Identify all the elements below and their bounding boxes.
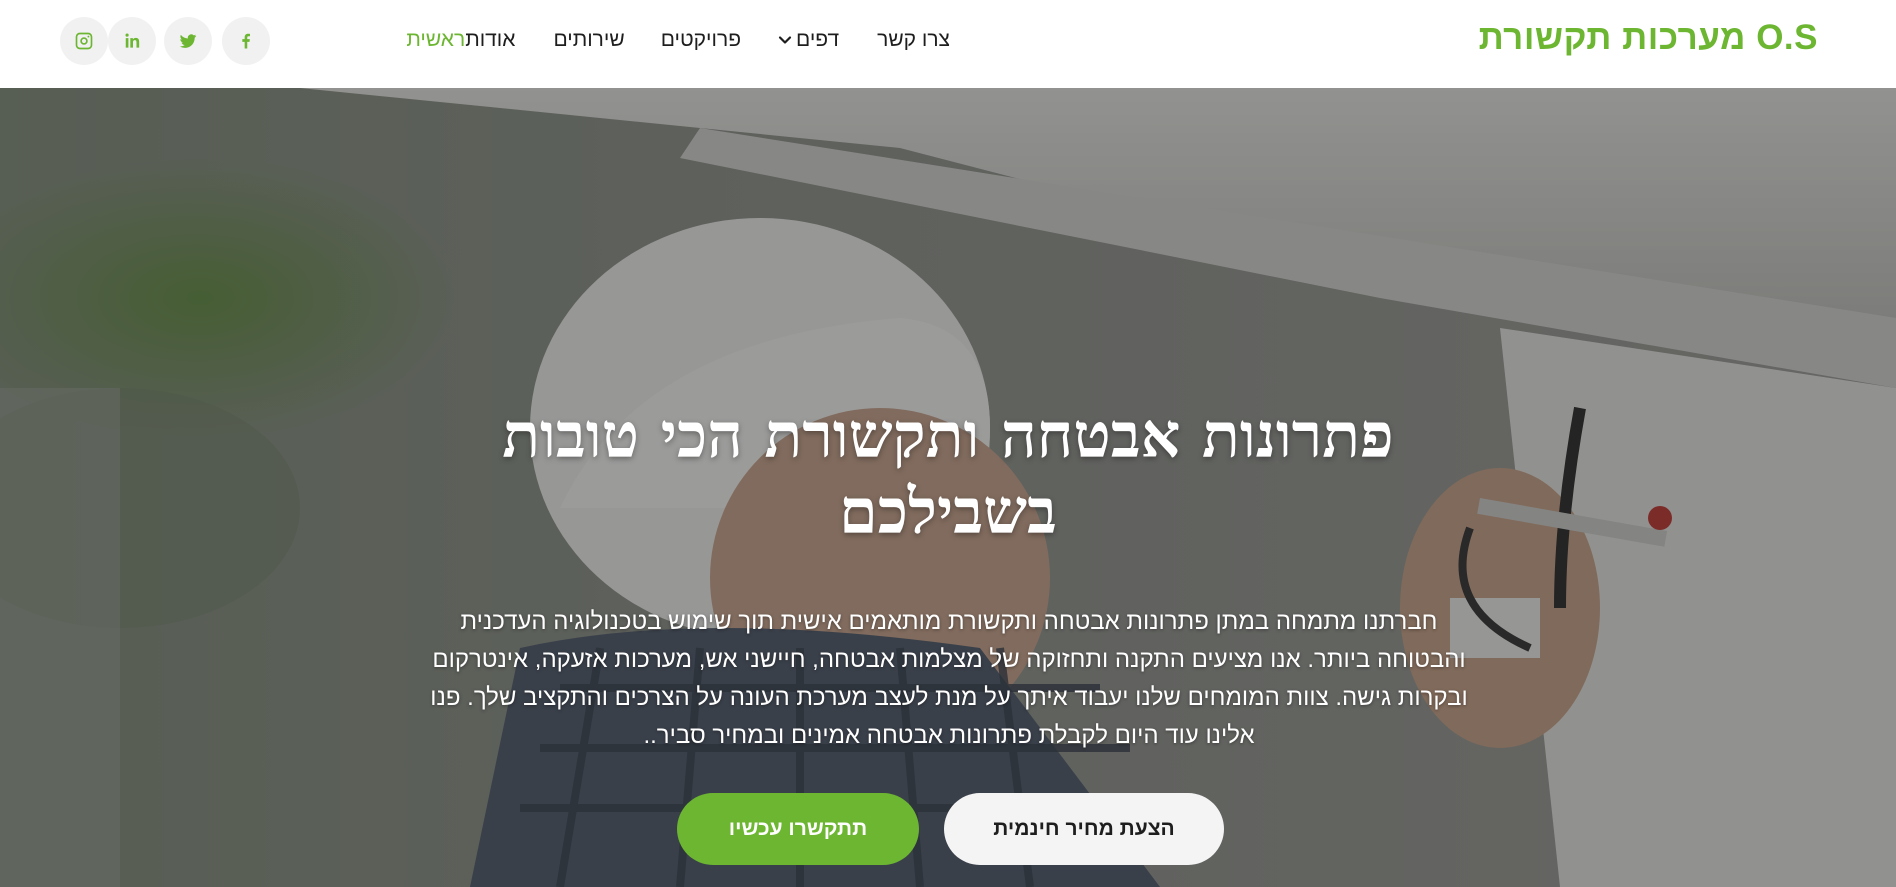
hero-title-line2: בשבילכם bbox=[839, 475, 1057, 548]
free-quote-button[interactable]: הצעת מחיר חינמית bbox=[944, 793, 1224, 865]
facebook-icon[interactable] bbox=[222, 17, 270, 65]
chevron-down-icon bbox=[778, 36, 792, 44]
nav-pages-label: דפים bbox=[796, 28, 840, 51]
nav-projects[interactable]: פרויקטים bbox=[661, 28, 741, 52]
nav-home[interactable]: ראשית bbox=[406, 28, 465, 52]
hero-description: חברתנו מתמחה במתן פתרונות אבטחה ותקשורת … bbox=[430, 608, 1468, 749]
linkedin-icon[interactable] bbox=[108, 17, 156, 65]
nav-services[interactable]: שירותים bbox=[553, 28, 624, 52]
twitter-icon[interactable] bbox=[164, 17, 212, 65]
instagram-icon[interactable] bbox=[60, 17, 108, 65]
main-nav: ראשית אודות שירותים פרויקטים דפים צרו קש… bbox=[406, 28, 996, 52]
nav-about[interactable]: אודות bbox=[465, 28, 515, 52]
brand-logo[interactable]: O.S מערכות תקשורת bbox=[1479, 18, 1818, 58]
hero-title-line1: פתרונות אבטחה ותקשורת הכי טובות bbox=[502, 399, 1394, 472]
social-links bbox=[60, 17, 270, 65]
hero-section: פתרונות אבטחה ותקשורת הכי טובות בשבילכם … bbox=[0, 88, 1896, 887]
call-now-button[interactable]: תתקשרו עכשיו bbox=[677, 793, 919, 865]
site-header: O.S מערכות תקשורת ראשית אודות שירותים פר… bbox=[0, 0, 1896, 88]
hero-title: פתרונות אבטחה ותקשורת הכי טובות בשבילכם bbox=[398, 398, 1498, 550]
nav-pages-dropdown[interactable]: דפים bbox=[778, 28, 839, 52]
nav-contact[interactable]: צרו קשר bbox=[877, 28, 950, 52]
